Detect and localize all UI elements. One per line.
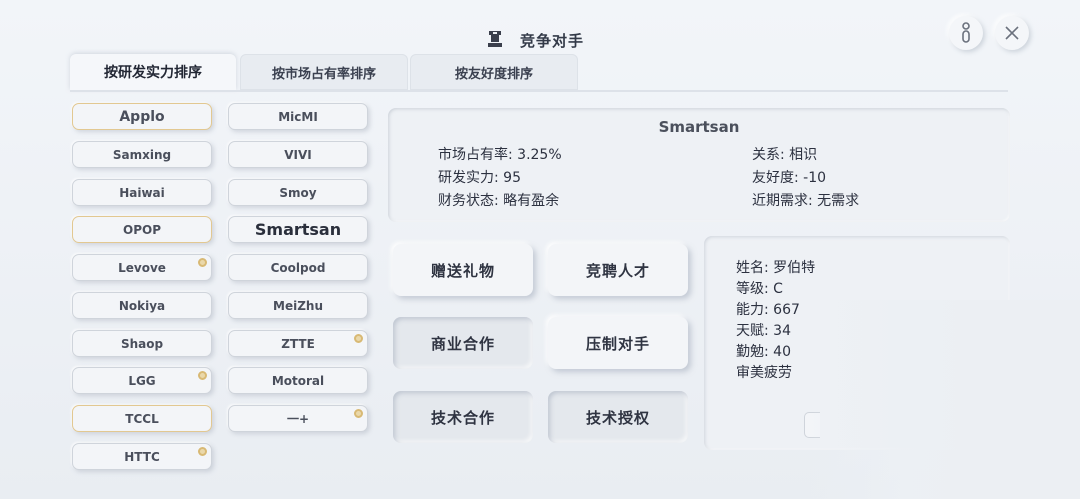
company-button[interactable]: Coolpod (228, 254, 368, 281)
finance-status: 财务状态: 略有盈余 (438, 193, 560, 209)
company-button[interactable]: Nokiya (72, 292, 212, 319)
company-name: Smoy (279, 185, 317, 200)
badge-icon (354, 334, 363, 343)
company-button[interactable]: Motoral (228, 367, 368, 394)
info-button[interactable] (949, 16, 983, 50)
send-gift-button[interactable]: 赠送礼物 (393, 244, 533, 296)
company-name: 一+ (286, 412, 310, 426)
company-name: LGG (128, 373, 156, 388)
talent-level: 等级: C (736, 281, 783, 297)
relation: 关系: 相识 (752, 147, 818, 163)
company-info-name: Smartsan (658, 118, 740, 136)
company-name: ZTTE (281, 336, 315, 351)
badge-icon (198, 258, 207, 267)
company-button[interactable]: Samxing (72, 141, 212, 168)
page-title: 竞争对手 (520, 32, 585, 50)
talent-diligence: 勤勉: 40 (736, 344, 791, 360)
company-name: TCCL (125, 411, 159, 426)
company-info-panel: Smartsan 市场占有率: 3.25% 研发实力: 95 财务状态: 略有盈… (388, 108, 1010, 222)
talent-action-button[interactable] (804, 412, 820, 438)
company-button[interactable]: ZTTE (228, 330, 368, 357)
recruit-talent-button[interactable]: 竞聘人才 (548, 244, 688, 296)
company-name: Coolpod (270, 260, 326, 275)
company-name: Applo (119, 108, 165, 125)
badge-icon (198, 371, 207, 380)
company-name: Smartsan (254, 220, 342, 239)
company-button[interactable]: Smoy (228, 179, 368, 206)
company-button[interactable]: Haiwai (72, 179, 212, 206)
tab-sort-by-friendliness[interactable]: 按友好度排序 (410, 54, 578, 90)
company-name: VIVI (284, 147, 312, 162)
talent-trait: 审美疲劳 (736, 365, 792, 381)
company-button[interactable]: Levove (72, 254, 212, 281)
company-name: Motoral (271, 373, 325, 388)
business-cooperation-button[interactable]: 商业合作 (393, 317, 533, 369)
company-button[interactable]: LGG (72, 367, 212, 394)
badge-icon (198, 447, 207, 456)
company-button[interactable]: MicMI (228, 103, 368, 130)
tab-sort-by-rd[interactable]: 按研发实力排序 (70, 54, 236, 90)
chess-rook-icon (488, 31, 502, 47)
friendliness: 友好度: -10 (752, 170, 827, 186)
market-share: 市场占有率: 3.25% (438, 147, 562, 163)
company-button[interactable]: HTTC (72, 443, 212, 470)
company-name: HTTC (124, 449, 160, 464)
company-name: OPOP (123, 222, 161, 237)
company-button[interactable]: TCCL (72, 405, 212, 432)
company-button[interactable]: 一+ (228, 405, 368, 432)
suppress-rival-button[interactable]: 压制对手 (548, 317, 688, 369)
close-button[interactable] (995, 16, 1029, 50)
talent-gift: 天赋: 34 (736, 323, 791, 339)
company-button[interactable]: Shaop (72, 330, 212, 357)
company-name: Nokiya (118, 298, 166, 313)
tab-divider (70, 90, 1008, 92)
talent-panel: 姓名: 罗伯特 等级: C 能力: 667 天赋: 34 勤勉: 40 审美疲劳 (704, 236, 1010, 450)
company-name: Samxing (112, 147, 172, 162)
talent-ability: 能力: 667 (736, 302, 800, 318)
info-icon (962, 22, 970, 43)
company-name: Levove (118, 260, 166, 275)
recent-demand: 近期需求: 无需求 (752, 193, 860, 209)
talent-name: 姓名: 罗伯特 (736, 260, 816, 276)
rd-strength: 研发实力: 95 (438, 170, 521, 186)
company-name: MicMI (278, 109, 318, 124)
tech-license-button[interactable]: 技术授权 (548, 391, 688, 443)
company-name: MeiZhu (273, 298, 323, 313)
company-name: Haiwai (119, 185, 165, 200)
badge-icon (354, 409, 363, 418)
title-bar: 竞争对手 (0, 26, 1080, 56)
company-button[interactable]: OPOP (72, 216, 212, 243)
tab-sort-by-market-share[interactable]: 按市场占有率排序 (240, 54, 408, 90)
company-name: Shaop (120, 336, 164, 351)
company-button[interactable]: Applo (72, 103, 212, 130)
company-button[interactable]: VIVI (228, 141, 368, 168)
close-icon (1005, 26, 1019, 40)
tech-cooperation-button[interactable]: 技术合作 (393, 391, 533, 443)
company-button[interactable]: MeiZhu (228, 292, 368, 319)
company-button-selected[interactable]: Smartsan (228, 216, 368, 243)
